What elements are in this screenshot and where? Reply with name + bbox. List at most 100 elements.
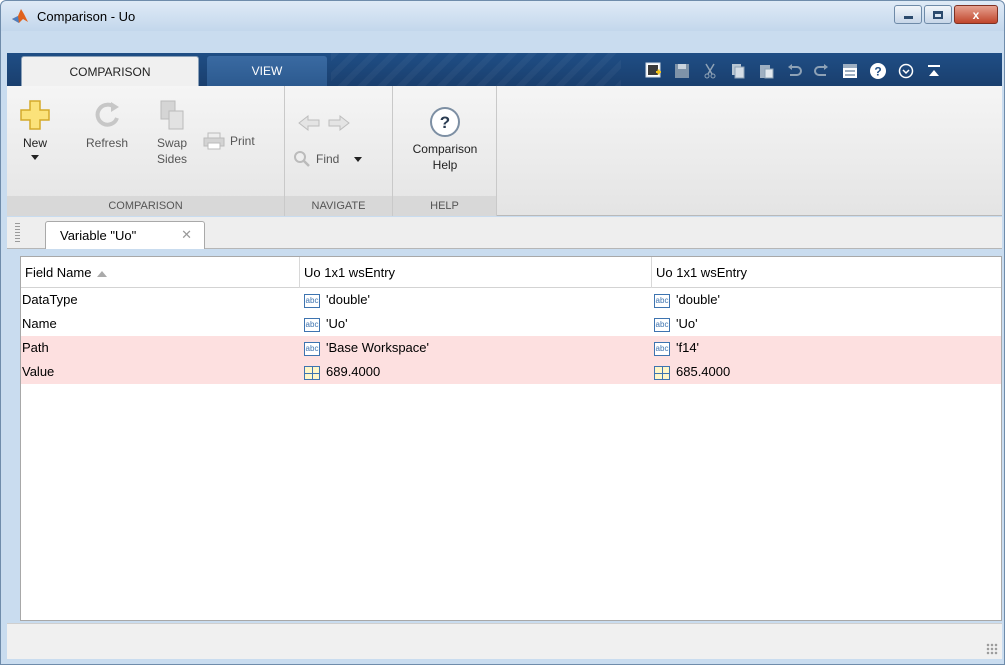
text-type-icon: abc (304, 293, 320, 308)
swap-sides-icon (160, 100, 184, 130)
tab-view[interactable]: VIEW (207, 56, 327, 86)
print-button-label: Print (230, 134, 255, 148)
minimize-icon (903, 16, 913, 19)
close-button[interactable]: x (954, 5, 998, 24)
options-icon[interactable] (892, 60, 920, 82)
help-label-2: Help (432, 158, 458, 172)
print-button[interactable]: Print (203, 132, 275, 150)
table-row[interactable]: DataType abc 'double' abc 'double' (21, 288, 1001, 312)
refresh-icon (95, 102, 119, 127)
left-value-cell: abc 'Base Workspace' (304, 336, 429, 360)
refresh-button-label: Refresh (85, 136, 129, 150)
left-value-cell: abc 'Uo' (304, 312, 348, 336)
find-button[interactable]: Find (293, 150, 385, 168)
close-icon: x (972, 7, 980, 22)
next-difference-button[interactable] (325, 114, 353, 135)
column-header-right[interactable]: Uo 1x1 wsEntry (652, 257, 1001, 288)
document-tab-label: Variable "Uo" (60, 228, 137, 243)
table-row-diff[interactable]: Value 689.4000 685.4000 (21, 360, 1001, 384)
column-header-field-name[interactable]: Field Name (21, 257, 300, 288)
right-value: 'Uo' (676, 316, 698, 331)
new-button[interactable]: New (13, 98, 57, 160)
table-row-diff[interactable]: Path abc 'Base Workspace' abc 'f14' (21, 336, 1001, 360)
window-title: Comparison - Uo (37, 9, 136, 24)
sort-ascending-icon (97, 270, 108, 277)
help-label-1: Comparison (412, 142, 478, 156)
maximize-button[interactable] (924, 5, 952, 24)
comparison-window: Comparison - Uo x COMPARISON VIEW ? New … (0, 0, 1005, 665)
navigate-group-label: NAVIGATE (285, 196, 392, 216)
previous-difference-button[interactable] (295, 114, 323, 135)
column-header-left[interactable]: Uo 1x1 wsEntry (300, 257, 652, 288)
right-value-cell: abc 'double' (654, 288, 720, 312)
paste-icon[interactable] (752, 60, 780, 82)
resize-grip-icon[interactable] (986, 643, 998, 655)
ribbon: New Refresh Swap Sides Print COMPARISON … (7, 86, 1002, 216)
window-controls: x (894, 5, 998, 24)
find-dropdown-arrow-icon[interactable] (354, 156, 363, 162)
help-group: ? Comparison Help HELP (393, 86, 497, 216)
text-type-icon: abc (654, 341, 670, 356)
right-value: 'f14' (676, 340, 700, 355)
field-name-cell: Path (22, 340, 49, 355)
collapse-icon[interactable] (920, 60, 948, 82)
right-header-label: Uo 1x1 wsEntry (656, 265, 748, 280)
comparison-help-button[interactable]: ? Comparison Help (401, 106, 489, 173)
matlab-logo-icon (12, 9, 28, 23)
text-type-icon: abc (304, 317, 320, 332)
field-name-cell: Name (22, 316, 57, 331)
left-value: 'double' (326, 292, 371, 307)
minimize-button[interactable] (894, 5, 922, 24)
svg-text:?: ? (874, 65, 881, 79)
field-name-header-label: Field Name (25, 265, 92, 280)
right-value: 685.4000 (676, 364, 731, 379)
copy-icon[interactable] (724, 60, 752, 82)
table-row[interactable]: Name abc 'Uo' abc 'Uo' (21, 312, 1001, 336)
quick-access-toolbar: ? (624, 56, 1002, 86)
swap-sides-button[interactable]: Swap Sides (147, 98, 197, 167)
find-button-label: Find (316, 152, 340, 166)
navigate-group: Find NAVIGATE (285, 86, 393, 216)
undo-icon[interactable] (780, 60, 808, 82)
plus-icon (20, 100, 50, 130)
dropdown-arrow-icon (31, 155, 39, 160)
left-value-cell: 689.4000 (304, 360, 380, 384)
svg-text:?: ? (440, 113, 450, 132)
new-window-icon[interactable] (640, 60, 668, 82)
comparison-group-label: COMPARISON (7, 196, 284, 216)
right-value-cell: abc 'f14' (654, 336, 699, 360)
redo-icon[interactable] (808, 60, 836, 82)
drag-grip-icon[interactable] (15, 223, 20, 243)
left-value: 689.4000 (326, 364, 381, 379)
field-name-cell: DataType (22, 292, 78, 307)
switch-windows-icon[interactable] (836, 60, 864, 82)
title-bar[interactable]: Comparison - Uo x (1, 1, 1004, 31)
tabstrip-pattern (331, 53, 621, 86)
left-value: 'Uo' (326, 316, 348, 331)
right-value: 'double' (676, 292, 721, 307)
help-question-icon: ? (430, 107, 460, 137)
help-icon[interactable]: ? (864, 60, 892, 82)
text-type-icon: abc (654, 293, 670, 308)
document-tab-variable-uo[interactable]: Variable "Uo" ✕ (45, 221, 205, 249)
new-button-label: New (22, 136, 47, 150)
field-name-cell: Value (22, 364, 55, 379)
cut-icon[interactable] (696, 60, 724, 82)
save-icon[interactable] (668, 60, 696, 82)
swap-label-1: Swap (156, 136, 188, 150)
tab-comparison[interactable]: COMPARISON (21, 56, 199, 86)
table-header: Field Name Uo 1x1 wsEntry Uo 1x1 wsEntry (21, 257, 1001, 288)
magnifier-icon (294, 151, 310, 167)
maximize-icon (933, 10, 943, 19)
left-value-cell: abc 'double' (304, 288, 370, 312)
print-icon (203, 132, 225, 150)
status-bar (7, 623, 1002, 659)
left-value: 'Base Workspace' (326, 340, 429, 355)
numeric-grid-icon (654, 365, 670, 380)
document-tab-bar: Variable "Uo" ✕ (7, 217, 1002, 249)
arrow-right-icon (328, 114, 350, 132)
text-type-icon: abc (304, 341, 320, 356)
refresh-button[interactable]: Refresh (81, 98, 133, 151)
close-tab-icon[interactable]: ✕ (181, 227, 192, 243)
right-value-cell: abc 'Uo' (654, 312, 698, 336)
